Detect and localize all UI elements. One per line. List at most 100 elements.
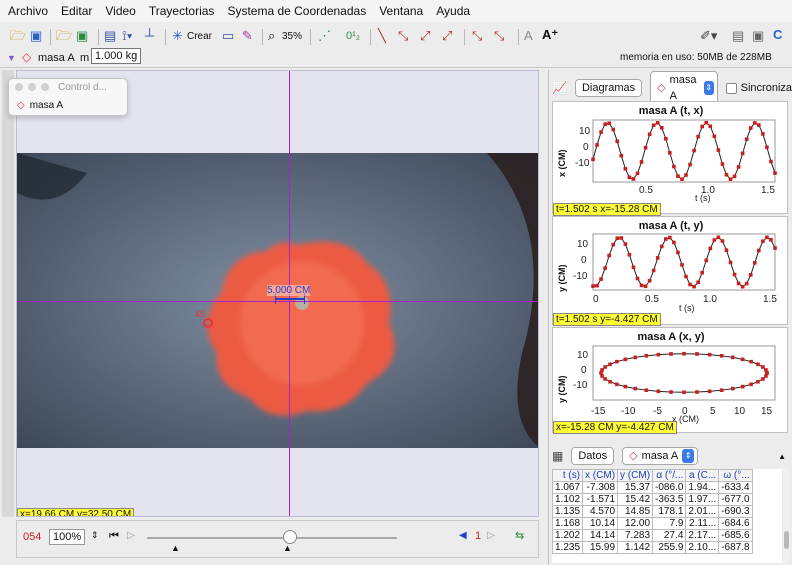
loop-icon[interactable]: ⇆ bbox=[515, 529, 524, 542]
data-point[interactable] bbox=[659, 244, 664, 249]
menu-ayuda[interactable]: Ayuda bbox=[436, 4, 470, 18]
data-point[interactable] bbox=[736, 281, 741, 286]
data-point[interactable] bbox=[707, 352, 712, 357]
data-point[interactable] bbox=[692, 148, 696, 153]
accel-vector-icon[interactable]: ⤢ bbox=[420, 28, 430, 44]
toolbar-track-name[interactable]: masa A bbox=[38, 50, 75, 66]
data-point[interactable] bbox=[692, 284, 696, 289]
data-point[interactable] bbox=[684, 274, 688, 279]
table-row[interactable]: 1.235 15.99 1.142 255.9 2.10... -687.8 bbox=[552, 541, 753, 554]
data-point[interactable] bbox=[696, 280, 700, 285]
table-cell[interactable]: 1.202 bbox=[552, 529, 584, 542]
data-point[interactable] bbox=[635, 171, 640, 176]
data-point[interactable] bbox=[591, 157, 595, 162]
data-point[interactable] bbox=[757, 248, 761, 253]
window-zoom-icon[interactable] bbox=[41, 83, 49, 91]
export-icon[interactable]: ▣ bbox=[76, 28, 88, 44]
data-point[interactable] bbox=[748, 273, 753, 277]
data-point[interactable] bbox=[676, 250, 680, 255]
window-minimize-icon[interactable] bbox=[28, 83, 36, 91]
diagram-track-select[interactable]: ◇ masa A ⇕ bbox=[650, 71, 718, 105]
table-row[interactable]: 1.102 -1.571 15.42 -363.5 1.97... -677.0 bbox=[552, 493, 753, 506]
data-point[interactable] bbox=[688, 162, 692, 167]
table-cell[interactable]: 1.102 bbox=[552, 493, 584, 506]
data-point[interactable] bbox=[720, 239, 725, 243]
table-cell[interactable]: 1.97... bbox=[685, 493, 720, 506]
data-point[interactable] bbox=[732, 174, 737, 179]
data-point[interactable] bbox=[647, 132, 652, 137]
x-axis-line[interactable] bbox=[17, 301, 538, 302]
import-icon[interactable]: 🗁 bbox=[56, 28, 72, 44]
table-cell[interactable]: -363.5 bbox=[652, 493, 687, 506]
data-point[interactable] bbox=[740, 284, 745, 289]
table-cell[interactable]: -7.308 bbox=[582, 481, 619, 494]
data-point[interactable] bbox=[619, 236, 624, 240]
data-point[interactable] bbox=[749, 359, 753, 364]
table-cell[interactable]: 2.10... bbox=[685, 541, 720, 554]
data-point[interactable] bbox=[684, 173, 688, 177]
data-point[interactable] bbox=[695, 390, 699, 394]
sync-checkbox[interactable]: Sincroniza bbox=[725, 82, 792, 94]
data-point[interactable] bbox=[656, 389, 661, 394]
data-point[interactable] bbox=[728, 177, 733, 182]
data-point[interactable] bbox=[732, 272, 737, 277]
start-marker-icon[interactable]: ▲ bbox=[171, 543, 180, 553]
data-point[interactable] bbox=[607, 121, 611, 126]
table-cell[interactable]: 15.99 bbox=[582, 541, 619, 554]
table-cell[interactable]: -684.6 bbox=[718, 517, 753, 530]
trace-icon[interactable]: ⋰ bbox=[318, 28, 331, 44]
data-point[interactable] bbox=[655, 256, 660, 260]
pen-icon[interactable]: ✐▾ bbox=[700, 28, 717, 44]
data-point[interactable] bbox=[724, 248, 729, 252]
calibration-icon[interactable]: ┴ bbox=[145, 28, 154, 44]
speed-stepper-icon[interactable]: ⇕ bbox=[91, 530, 99, 541]
data-point[interactable] bbox=[680, 177, 684, 182]
table-cell[interactable]: 14.14 bbox=[582, 529, 619, 542]
data-point[interactable] bbox=[627, 175, 632, 180]
data-point[interactable] bbox=[627, 252, 632, 257]
data-point[interactable] bbox=[651, 123, 656, 128]
speed-field[interactable]: 100% bbox=[49, 529, 86, 545]
table-header[interactable]: x (CM) bbox=[582, 469, 619, 482]
menu-video[interactable]: Video bbox=[105, 4, 135, 18]
data-point[interactable] bbox=[761, 239, 765, 244]
data-point[interactable] bbox=[651, 268, 656, 273]
menu-sistema-coordenadas[interactable]: Systema de Coordenadas bbox=[227, 4, 366, 18]
momentum-vector-icon[interactable]: ⤡ bbox=[472, 28, 482, 44]
data-point[interactable] bbox=[756, 379, 760, 384]
menu-trayectorias[interactable]: Trayectorias bbox=[149, 4, 215, 18]
table-cell[interactable]: 12.00 bbox=[617, 517, 654, 530]
data-point[interactable] bbox=[623, 167, 628, 171]
data-point[interactable] bbox=[744, 281, 749, 286]
open-folder-icon[interactable]: 🗁 bbox=[10, 28, 26, 44]
font-smaller-icon[interactable]: A bbox=[524, 28, 533, 44]
data-point[interactable] bbox=[633, 355, 638, 360]
velocity-vector-icon[interactable]: ⤡ bbox=[398, 28, 408, 44]
data-point[interactable] bbox=[761, 132, 765, 136]
data-point[interactable] bbox=[704, 120, 709, 125]
data-point[interactable] bbox=[672, 164, 676, 169]
data-point[interactable] bbox=[769, 159, 773, 164]
data-point[interactable] bbox=[631, 177, 636, 181]
data-point[interactable] bbox=[603, 266, 607, 270]
create-track-icon[interactable]: ✳ bbox=[172, 28, 183, 44]
data-point[interactable] bbox=[595, 283, 599, 288]
data-point[interactable] bbox=[644, 354, 649, 358]
data-point[interactable] bbox=[730, 355, 735, 360]
table-cell[interactable]: 2.11... bbox=[685, 517, 720, 530]
table-cell[interactable]: 2.01... bbox=[685, 505, 720, 518]
data-point[interactable] bbox=[719, 354, 724, 358]
data-point[interactable] bbox=[639, 283, 644, 288]
table-cell[interactable]: -086.0 bbox=[652, 481, 687, 494]
data-point[interactable] bbox=[736, 165, 741, 169]
data-point[interactable] bbox=[635, 276, 640, 281]
data-point[interactable] bbox=[756, 362, 760, 367]
table-row[interactable]: 1.168 10.14 12.00 7.9 2.11... -684.6 bbox=[552, 517, 753, 530]
data-point[interactable] bbox=[740, 151, 745, 156]
data-point[interactable] bbox=[712, 238, 717, 242]
data-track-select[interactable]: ◇ masa A ⇕ bbox=[622, 447, 699, 465]
data-point[interactable] bbox=[716, 235, 721, 240]
data-point[interactable] bbox=[608, 362, 612, 367]
data-point[interactable] bbox=[676, 174, 680, 178]
drawing-icon[interactable]: ✎ bbox=[242, 28, 253, 44]
